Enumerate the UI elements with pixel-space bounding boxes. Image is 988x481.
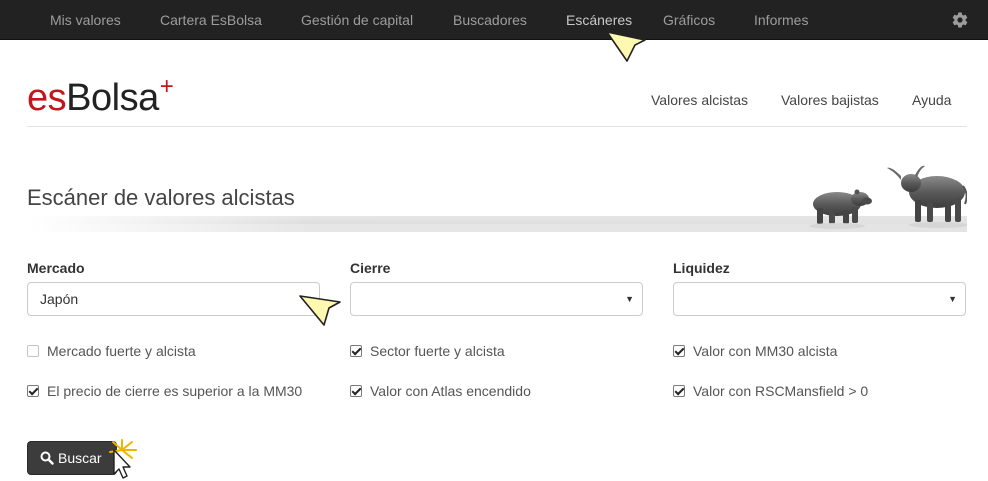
checkbox-unchecked[interactable]: [27, 345, 39, 357]
checkbox-label: Valor con RSCMansfield > 0: [693, 383, 869, 399]
nav-graficos[interactable]: Gráficos: [663, 0, 715, 40]
checkbox-checked[interactable]: [350, 345, 362, 357]
subnav-valores-bajistas[interactable]: Valores bajistas: [781, 90, 879, 110]
top-navbar: Mis valores Cartera EsBolsa Gestión de c…: [0, 0, 988, 40]
checkbox-checked[interactable]: [673, 345, 685, 357]
checkbox-checked[interactable]: [673, 385, 685, 397]
bear-figure: [809, 189, 872, 229]
chevron-down-icon: ▼: [625, 294, 634, 304]
checkbox-checked[interactable]: [27, 385, 39, 397]
logo-prefix: es: [27, 77, 67, 119]
logo-plus: +: [159, 73, 174, 100]
nav-escaneres[interactable]: Escáneres: [566, 0, 632, 40]
search-icon: [40, 451, 54, 465]
header-divider: [27, 126, 967, 127]
page-title-banner: Escáner de valores alcistas: [27, 150, 967, 232]
checkbox-label: Sector fuerte y alcista: [370, 343, 505, 359]
nav-mis-valores[interactable]: Mis valores: [50, 0, 121, 40]
gear-icon[interactable]: [951, 11, 969, 29]
subnav-valores-alcistas[interactable]: Valores alcistas: [651, 90, 748, 110]
checkbox-label: Mercado fuerte y alcista: [47, 343, 196, 359]
checkbox-label: Valor con MM30 alcista: [693, 343, 838, 359]
checkbox-checked[interactable]: [350, 385, 362, 397]
buscar-button-label: Buscar: [58, 450, 102, 466]
chevron-down-icon: ▼: [948, 294, 957, 304]
page-title: Escáner de valores alcistas: [27, 185, 295, 210]
liquidez-select[interactable]: ▼: [673, 282, 966, 316]
cierre-select[interactable]: ▼: [350, 282, 643, 316]
buscar-button[interactable]: Buscar: [27, 441, 117, 475]
mercado-label: Mercado: [27, 260, 85, 276]
bear-and-bull-illustration: [809, 165, 967, 229]
mercado-select[interactable]: Japón: [27, 282, 320, 316]
esbolsa-logo[interactable]: esBolsa+: [27, 73, 174, 125]
nav-buscadores[interactable]: Buscadores: [453, 0, 527, 40]
nav-gestion-de-capital[interactable]: Gestión de capital: [301, 0, 413, 40]
nav-informes[interactable]: Informes: [754, 0, 808, 40]
bull-figure: [887, 165, 967, 228]
nav-cartera-esbolsa[interactable]: Cartera EsBolsa: [160, 0, 262, 40]
checkbox-label: El precio de cierre es superior a la MM3…: [47, 383, 303, 399]
mercado-selected-value: Japón: [40, 291, 79, 307]
checkbox-label: Valor con Atlas encendido: [370, 383, 531, 399]
subnav-ayuda[interactable]: Ayuda: [912, 90, 951, 110]
logo-name: Bolsa: [66, 77, 159, 119]
cierre-label: Cierre: [350, 260, 391, 276]
liquidez-label: Liquidez: [673, 260, 730, 276]
